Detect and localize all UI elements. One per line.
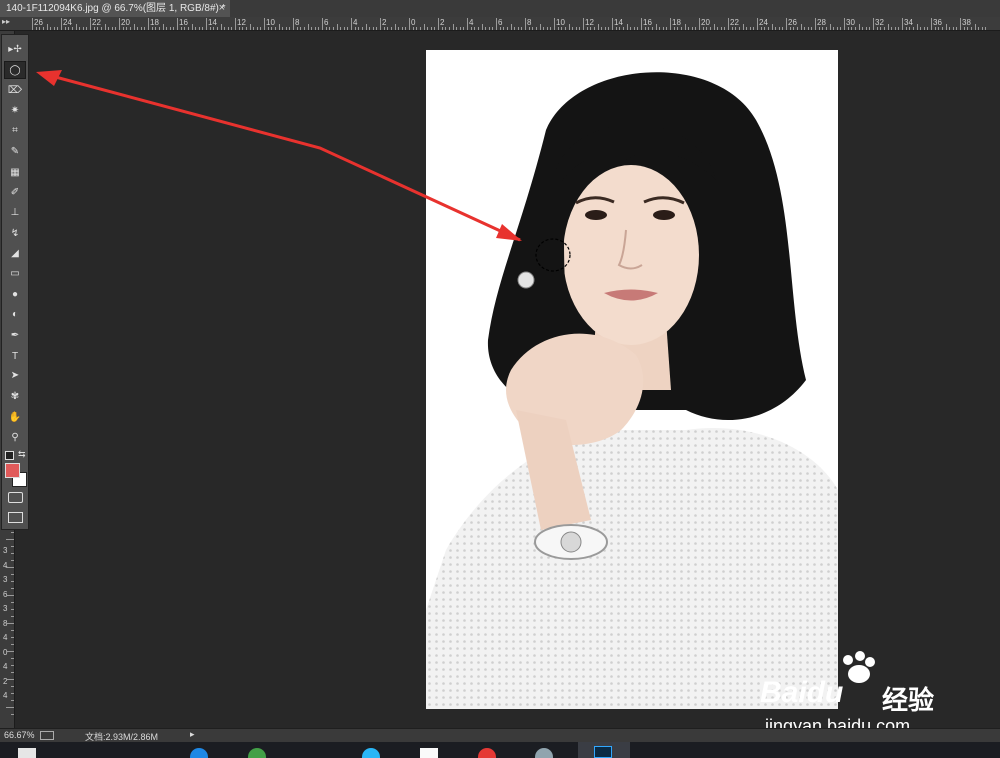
taskbar-app-icon[interactable] <box>478 748 496 758</box>
annotation-arrow <box>36 70 522 242</box>
taskbar-photoshop-logo[interactable] <box>594 746 612 758</box>
status-info-icon[interactable] <box>40 731 54 740</box>
taskbar-app-icon[interactable] <box>362 748 380 758</box>
watermark-cn: 经验 <box>882 685 935 715</box>
status-bar: 66.67% 文档:2.93M/2.86M ▸ <box>0 728 1000 743</box>
os-taskbar <box>0 742 1000 758</box>
taskbar-app-icon[interactable] <box>535 748 553 758</box>
taskbar-app-icon[interactable] <box>420 748 438 758</box>
status-menu-arrow[interactable]: ▸ <box>190 729 195 740</box>
baidu-watermark: Baidu 经验 jingyan.baidu.com <box>760 650 960 740</box>
taskbar-app-icon[interactable] <box>190 748 208 758</box>
zoom-level[interactable]: 66.67% <box>4 730 35 740</box>
start-icon[interactable] <box>18 748 36 758</box>
watermark-brand: Baidu <box>760 676 844 709</box>
taskbar-app-icon[interactable] <box>248 748 266 758</box>
paw-logo-icon <box>843 651 875 683</box>
